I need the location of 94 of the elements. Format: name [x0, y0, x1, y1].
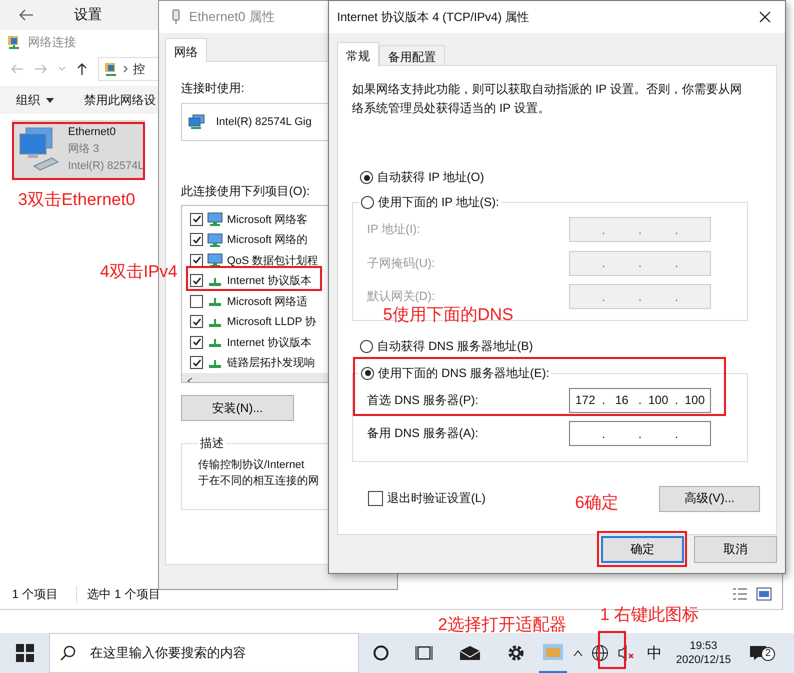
checkbox[interactable]: [190, 274, 203, 288]
search-field[interactable]: 在这里输入你要搜索的内容: [49, 633, 359, 673]
protocol-icon: [207, 316, 223, 327]
description-text: 传输控制协议/Internet: [198, 458, 306, 473]
status-text: 1 个项目: [12, 586, 60, 602]
toolbar-button[interactable]: 组织: [16, 92, 54, 108]
list-item[interactable]: Internet 协议版本: [227, 334, 312, 350]
globe-icon[interactable]: [591, 644, 609, 662]
dialog-button[interactable]: 取消: [694, 536, 777, 563]
protocol-icon: [207, 358, 223, 368]
window-title: 网络连接: [28, 34, 76, 50]
list-item[interactable]: Microsoft 网络的: [227, 232, 308, 248]
field-label: IP 地址(I):: [367, 221, 422, 238]
settings-icon[interactable]: [507, 644, 525, 662]
section-label: 此连接使用下列项目(O):: [181, 183, 310, 200]
tab[interactable]: 网络: [165, 38, 207, 62]
close-icon[interactable]: [759, 11, 771, 23]
clock[interactable]: 19:53 2020/12/15: [676, 639, 732, 667]
checkbox[interactable]: [190, 254, 203, 267]
field-label: 首选 DNS 服务器(P):: [367, 392, 480, 409]
description-text: 于在不同的相互连接的网: [198, 474, 320, 489]
dialog-button[interactable]: 确定: [601, 536, 684, 563]
circle-icon[interactable]: [373, 645, 389, 661]
chevron-up-icon[interactable]: [573, 649, 583, 657]
chevron-icon: [123, 65, 129, 73]
protocol-icon: [207, 337, 223, 348]
list-item[interactable]: Microsoft 网络适: [227, 294, 308, 309]
speaker-muted-icon[interactable]: [617, 645, 635, 661]
ip-address-field[interactable]: 172 . 16 . 100 . 100: [569, 388, 711, 413]
tab[interactable]: 备用配置: [379, 45, 445, 65]
annotation-text: 5使用下面的DNS: [383, 304, 514, 326]
install-button[interactable]: 安装(N)...: [181, 395, 294, 421]
dialog-title: Internet 协议版本 4 (TCP/IPv4) 属性: [337, 8, 530, 26]
section-label: 连接时使用:: [181, 80, 244, 97]
checkbox[interactable]: [190, 294, 203, 308]
adapter-name: Intel(R) 82574L: [68, 158, 144, 174]
window-title: 设置: [74, 6, 102, 24]
mail-icon[interactable]: [459, 645, 481, 661]
list-item[interactable]: Microsoft 网络客: [227, 212, 308, 227]
adapter-name: Intel(R) 82574L Gig: [216, 116, 312, 128]
network-name: 网络 3: [68, 142, 100, 156]
list-item[interactable]: QoS 数据包计划程: [227, 252, 318, 268]
network-folder-icon: [103, 61, 119, 77]
protocol-icon: [207, 276, 223, 286]
field-label: 默认网关(D):: [367, 288, 436, 306]
checkbox[interactable]: [190, 233, 203, 246]
radio-option[interactable]: 自动获得 DNS 服务器地址(B): [360, 338, 764, 354]
large-icons-view-icon[interactable]: [756, 587, 772, 601]
input-method-indicator[interactable]: 中: [647, 644, 662, 662]
details-view-icon[interactable]: [732, 587, 748, 601]
task-view-icon[interactable]: [415, 645, 433, 661]
radio-option[interactable]: 使用下面的 IP 地址(S):: [361, 194, 500, 211]
checkbox-option[interactable]: 退出时验证设置(L): [352, 490, 486, 507]
app-window-icon: [543, 644, 563, 660]
window-title: Ethernet0 属性: [189, 8, 275, 26]
network-folder-icon: [6, 34, 22, 50]
toolbar-button[interactable]: 禁用此网络设: [84, 92, 156, 108]
highlight-frame: [598, 631, 626, 669]
checkbox[interactable]: [190, 356, 203, 370]
network-adapter-icon: [188, 114, 206, 130]
connection-name: Ethernet0: [68, 124, 117, 140]
checkbox[interactable]: [190, 336, 203, 349]
search-icon: [60, 645, 76, 661]
checkbox[interactable]: [190, 212, 203, 226]
group-label: 描述: [199, 435, 225, 451]
tab[interactable]: 常规: [337, 42, 379, 66]
adapter-icon: [171, 9, 181, 25]
field-label: 子网掩码(U):: [367, 254, 436, 272]
annotation-text: 1 右键此图标: [600, 604, 700, 626]
notification-count: 2: [761, 647, 776, 661]
annotation-text: 3双击Ethernet0: [18, 189, 136, 211]
intro-text: 如果网络支持此功能，则可以获取自动指派的 IP 设置。否则，你需要从网络系统管理员处获得适当的 IP 设置。: [352, 81, 743, 117]
notification-button[interactable]: 2: [749, 645, 776, 661]
annotation-text: 6确定: [575, 492, 618, 514]
network-monitor-icon: [207, 212, 223, 226]
annotation-text: 2选择打开适配器: [438, 614, 566, 636]
list-item[interactable]: 链路层拓扑发现响: [227, 355, 315, 370]
checkbox[interactable]: [190, 315, 203, 328]
ip-address-field[interactable]: . . .: [569, 421, 711, 446]
network-monitor-icon: [207, 253, 223, 268]
back-arrow-icon[interactable]: [18, 8, 34, 22]
protocol-icon: [207, 296, 223, 306]
up-arrow-icon[interactable]: [76, 62, 88, 76]
annotation-text: 4双击IPv4: [100, 261, 178, 283]
field-label: 备用 DNS 服务器(A):: [367, 425, 480, 442]
windows-start-icon[interactable]: [16, 644, 34, 662]
radio-option[interactable]: 自动获得 IP 地址(O): [360, 169, 764, 186]
network-monitor-icon: [207, 232, 223, 247]
list-item[interactable]: Microsoft LLDP 协: [227, 314, 316, 330]
radio-option[interactable]: 使用下面的 DNS 服务器地址(E):: [361, 364, 550, 382]
list-item[interactable]: Internet 协议版本: [227, 273, 312, 288]
caret-icon: [46, 98, 54, 102]
advanced-button[interactable]: 高级(V)...: [659, 486, 760, 512]
network-connection-item[interactable]: Ethernet0 网络 3 Intel(R) 82574L: [12, 120, 145, 178]
